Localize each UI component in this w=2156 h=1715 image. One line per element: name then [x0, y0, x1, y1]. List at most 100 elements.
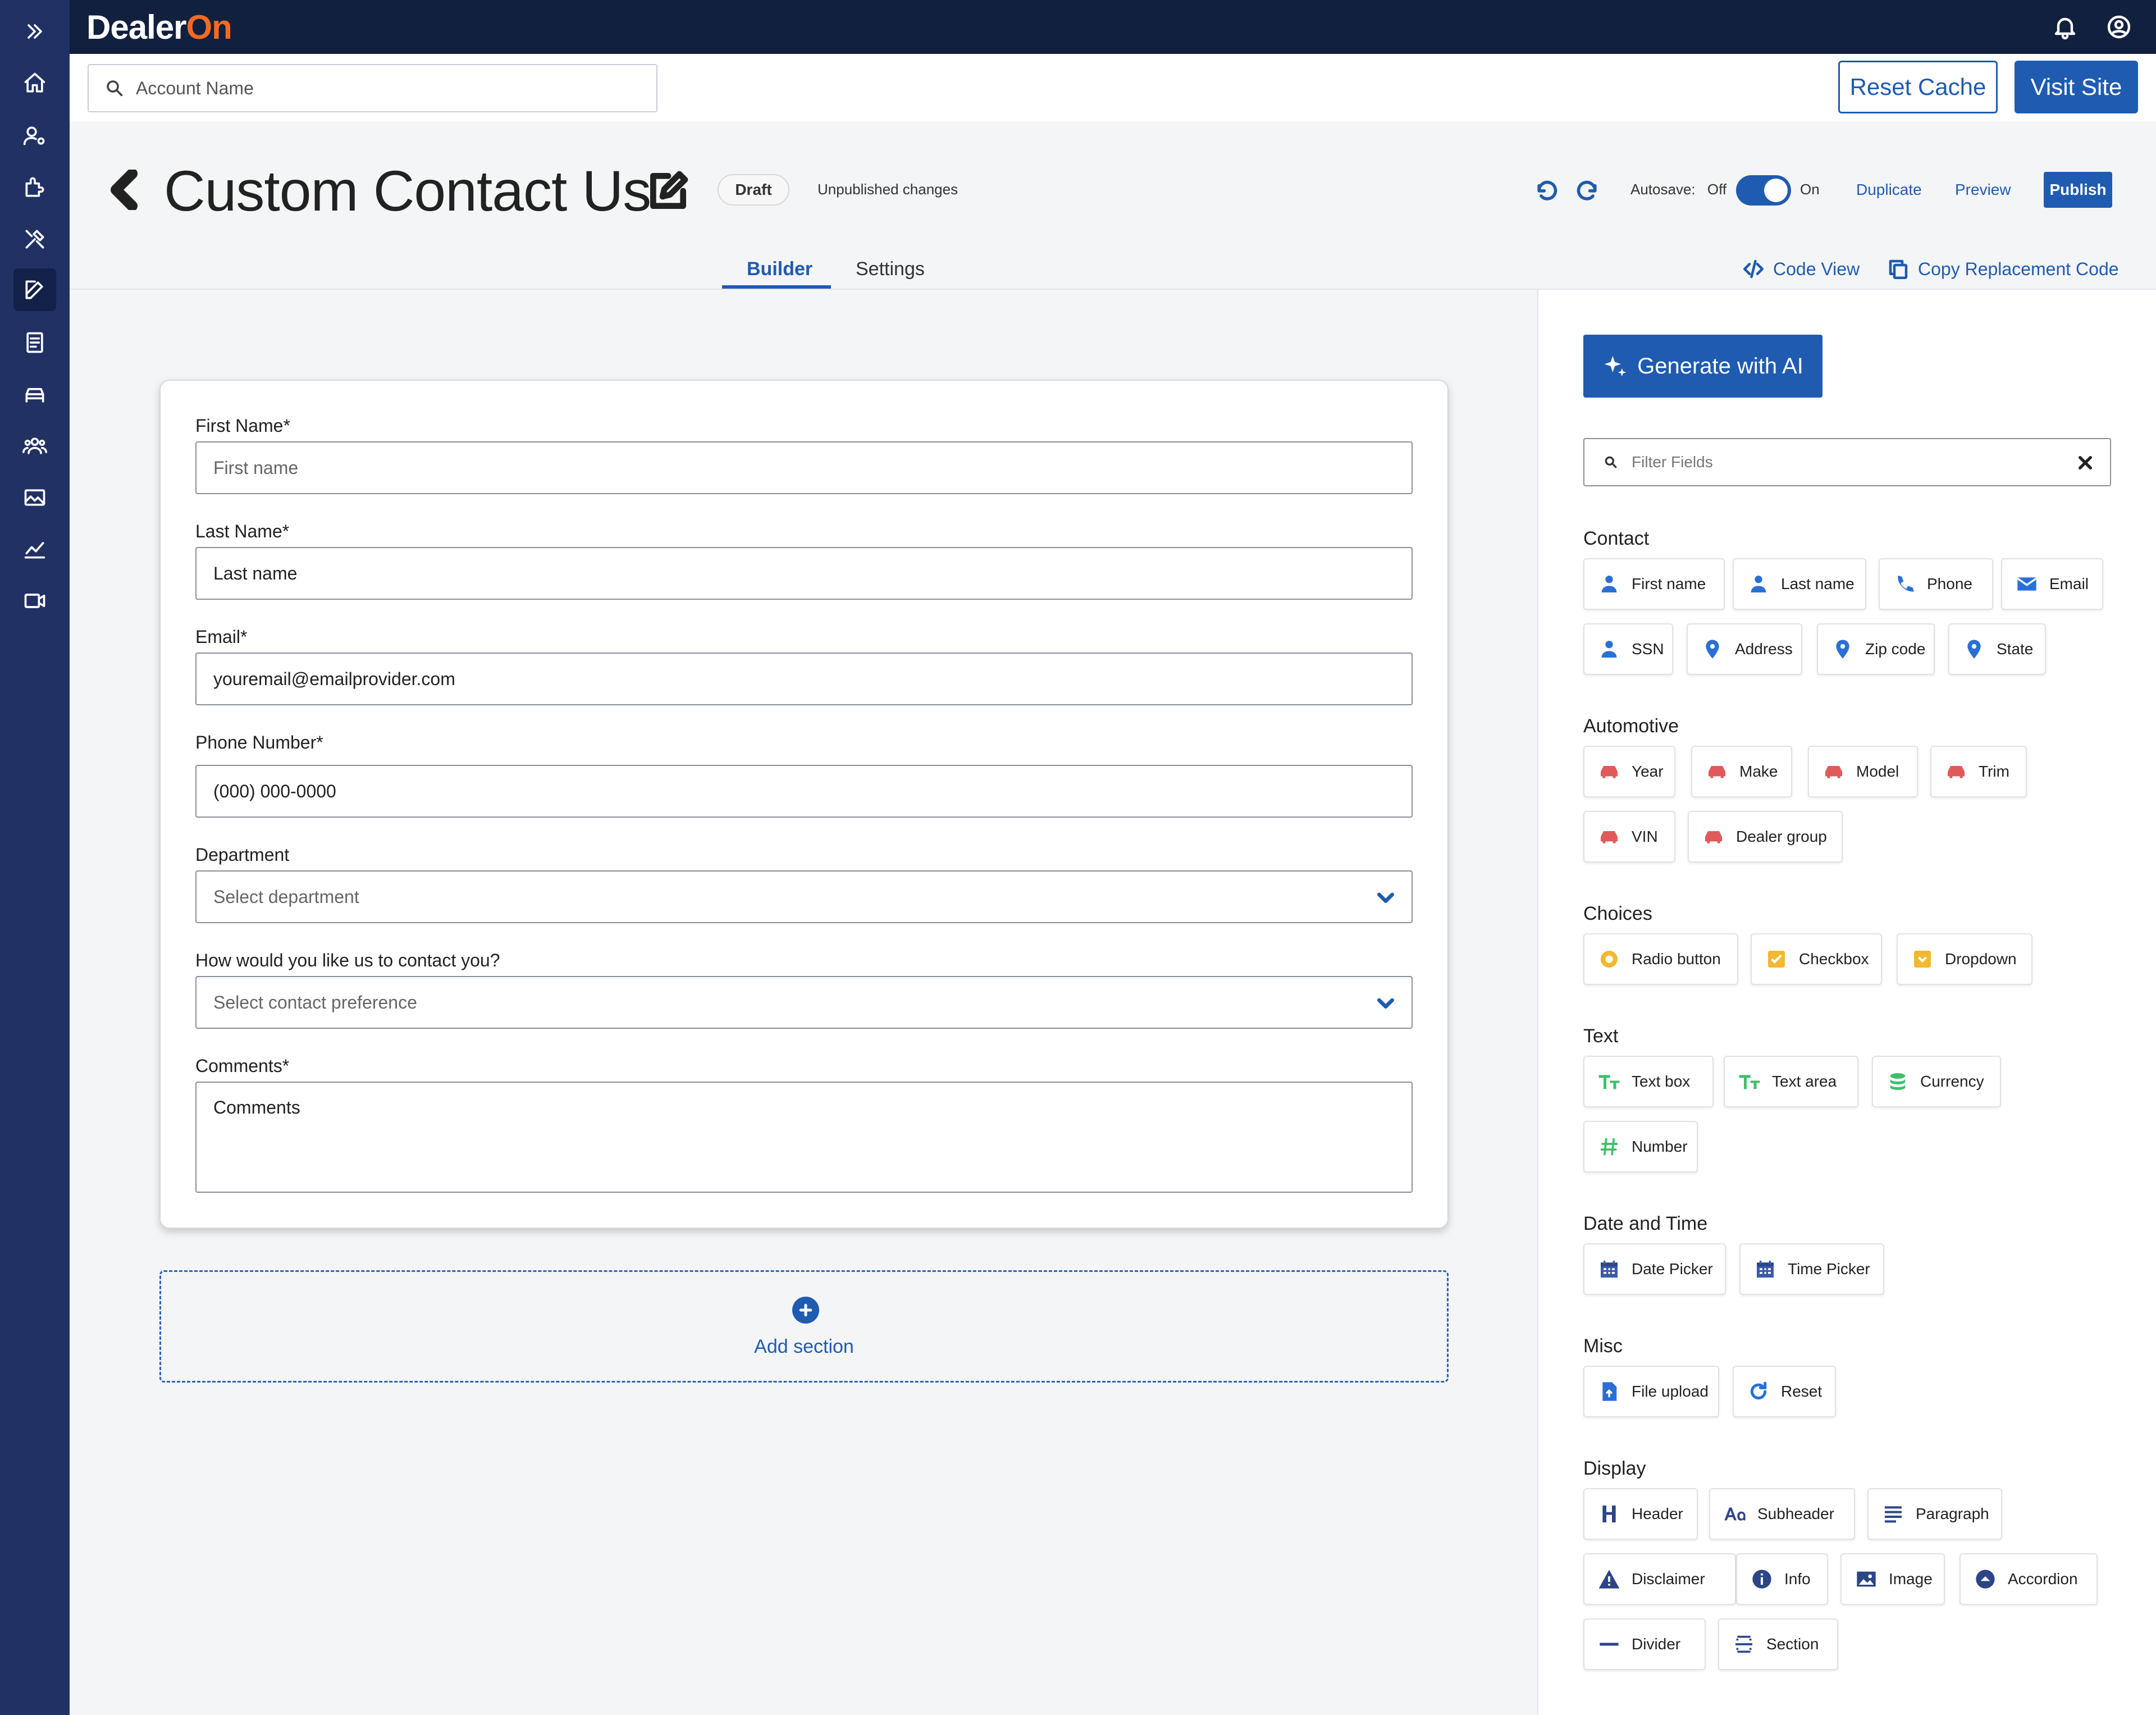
- account-search[interactable]: [88, 64, 657, 112]
- form-builder-icon[interactable]: [13, 268, 56, 311]
- field-chip-address[interactable]: Address: [1687, 623, 1802, 675]
- filter-fields-input[interactable]: [1632, 453, 2058, 471]
- field-chip-paragraph[interactable]: Paragraph: [1867, 1488, 2002, 1540]
- field-chip-text-box[interactable]: Text box: [1583, 1056, 1714, 1107]
- team-icon[interactable]: [19, 430, 51, 462]
- phone-label: Phone Number*: [195, 732, 323, 752]
- generate-with-ai-button[interactable]: Generate with AI: [1583, 335, 1822, 398]
- car-icon: [1706, 760, 1728, 783]
- hash-icon: [1598, 1135, 1620, 1158]
- chevron-up-circle-icon: [1974, 1568, 1997, 1590]
- first-name-field[interactable]: First name: [195, 441, 1413, 494]
- field-chip-vin[interactable]: VIN: [1583, 811, 1675, 863]
- field-chip-make[interactable]: Make: [1691, 746, 1792, 797]
- user-settings-icon[interactable]: [19, 120, 51, 152]
- field-chip-image[interactable]: Image: [1840, 1553, 1945, 1605]
- car-icon[interactable]: [19, 378, 51, 410]
- text-size-icon: [1738, 1070, 1761, 1093]
- department-select[interactable]: Select department: [195, 870, 1413, 923]
- chevron-down-icon: [1374, 886, 1397, 909]
- group-misc-title: Misc: [1583, 1335, 1623, 1357]
- field-chip-number[interactable]: Number: [1583, 1121, 1698, 1173]
- person-icon: [1747, 573, 1770, 595]
- back-chevron-icon[interactable]: [110, 168, 138, 212]
- field-chip-reset[interactable]: Reset: [1733, 1366, 1836, 1417]
- reset-cache-button[interactable]: Reset Cache: [1838, 61, 1998, 113]
- analytics-icon[interactable]: [19, 533, 51, 565]
- field-chip-year[interactable]: Year: [1583, 746, 1675, 797]
- field-chip-phone[interactable]: Phone: [1879, 558, 1993, 610]
- edit-title-icon[interactable]: [646, 168, 691, 213]
- calendar-icon: [1754, 1258, 1776, 1280]
- field-chip-info[interactable]: Info: [1736, 1553, 1828, 1605]
- tab-settings[interactable]: Settings: [856, 258, 925, 280]
- phone-field[interactable]: (000) 000-0000: [195, 765, 1413, 818]
- checkbox-icon: [1765, 948, 1788, 970]
- field-chip-section[interactable]: Section: [1718, 1618, 1838, 1670]
- field-chip-radio-button[interactable]: Radio button: [1583, 933, 1738, 985]
- field-chip-dropdown[interactable]: Dropdown: [1897, 933, 2032, 985]
- home-icon[interactable]: [19, 67, 51, 99]
- visit-site-button[interactable]: Visit Site: [2015, 61, 2138, 113]
- car-icon: [1702, 825, 1725, 848]
- field-chip-header[interactable]: Header: [1583, 1488, 1698, 1540]
- publish-button[interactable]: Publish: [2044, 172, 2112, 208]
- field-chip-disclaimer[interactable]: Disclaimer: [1583, 1553, 1736, 1605]
- expand-nav-icon[interactable]: [19, 16, 51, 47]
- autosave-toggle[interactable]: [1736, 175, 1791, 206]
- user-circle-icon[interactable]: [2105, 13, 2132, 40]
- field-chip-time-picker[interactable]: Time Picker: [1739, 1243, 1884, 1295]
- field-chip-state[interactable]: State: [1948, 623, 2046, 675]
- field-chip-email[interactable]: Email: [2001, 558, 2103, 610]
- field-chip-divider[interactable]: Divider: [1583, 1618, 1706, 1670]
- video-icon[interactable]: [19, 585, 51, 617]
- department-select-value: Select department: [213, 886, 359, 907]
- field-chip-first-name[interactable]: First name: [1583, 558, 1725, 610]
- field-chip-zip-code[interactable]: Zip code: [1817, 623, 1935, 675]
- field-chip-currency[interactable]: Currency: [1872, 1056, 2001, 1107]
- field-chip-dealer-group[interactable]: Dealer group: [1688, 811, 1843, 863]
- heading-icon: [1598, 1503, 1620, 1525]
- field-chip-subheader[interactable]: Subheader: [1709, 1488, 1855, 1540]
- coins-icon: [1886, 1070, 1909, 1093]
- field-chip-checkbox[interactable]: Checkbox: [1751, 933, 1882, 985]
- extensions-icon[interactable]: [19, 172, 51, 203]
- plus-circle-icon: [792, 1297, 819, 1324]
- preview-link[interactable]: Preview: [1955, 181, 2011, 199]
- file-upload-icon: [1598, 1380, 1620, 1403]
- account-search-input[interactable]: [136, 77, 641, 99]
- email-field[interactable]: youremail@emailprovider.com: [195, 653, 1413, 705]
- field-chip-ssn[interactable]: SSN: [1583, 623, 1673, 675]
- group-choices-title: Choices: [1583, 903, 1652, 924]
- group-text-title: Text: [1583, 1025, 1619, 1047]
- unpublished-changes-text: Unpublished changes: [817, 181, 958, 198]
- add-section-dropzone[interactable]: Add section: [159, 1270, 1449, 1383]
- bell-icon[interactable]: [2052, 13, 2079, 40]
- field-chip-last-name[interactable]: Last name: [1733, 558, 1866, 610]
- field-chip-model[interactable]: Model: [1808, 746, 1918, 797]
- duplicate-link[interactable]: Duplicate: [1856, 181, 1922, 199]
- last-name-field[interactable]: Last name: [195, 547, 1413, 600]
- dealeron-logo[interactable]: DealerOn: [86, 8, 232, 47]
- copy-replacement-code-link[interactable]: Copy Replacement Code: [1886, 257, 2119, 281]
- field-chip-trim[interactable]: Trim: [1930, 746, 2027, 797]
- field-chip-accordion[interactable]: Accordion: [1959, 1553, 2098, 1605]
- tools-icon[interactable]: [19, 224, 51, 255]
- media-icon[interactable]: [19, 482, 51, 513]
- text-size-icon: [1598, 1070, 1620, 1093]
- filter-fields[interactable]: [1583, 438, 2111, 486]
- divider-icon: [1598, 1633, 1620, 1655]
- section-icon: [1733, 1633, 1755, 1655]
- document-icon[interactable]: [19, 327, 51, 358]
- field-chip-text-area[interactable]: Text area: [1724, 1056, 1858, 1107]
- contact-preference-select[interactable]: Select contact preference: [195, 976, 1413, 1029]
- autosave-label: Autosave: Off: [1630, 181, 1727, 198]
- redo-icon[interactable]: [1575, 177, 1600, 202]
- code-view-link[interactable]: Code View: [1742, 257, 1860, 281]
- field-chip-file-upload[interactable]: File upload: [1583, 1366, 1719, 1417]
- field-chip-date-picker[interactable]: Date Picker: [1583, 1243, 1726, 1295]
- comments-textarea[interactable]: Comments: [195, 1082, 1413, 1193]
- undo-icon[interactable]: [1534, 177, 1559, 202]
- close-icon[interactable]: [2076, 454, 2094, 472]
- tab-builder[interactable]: Builder: [747, 258, 812, 280]
